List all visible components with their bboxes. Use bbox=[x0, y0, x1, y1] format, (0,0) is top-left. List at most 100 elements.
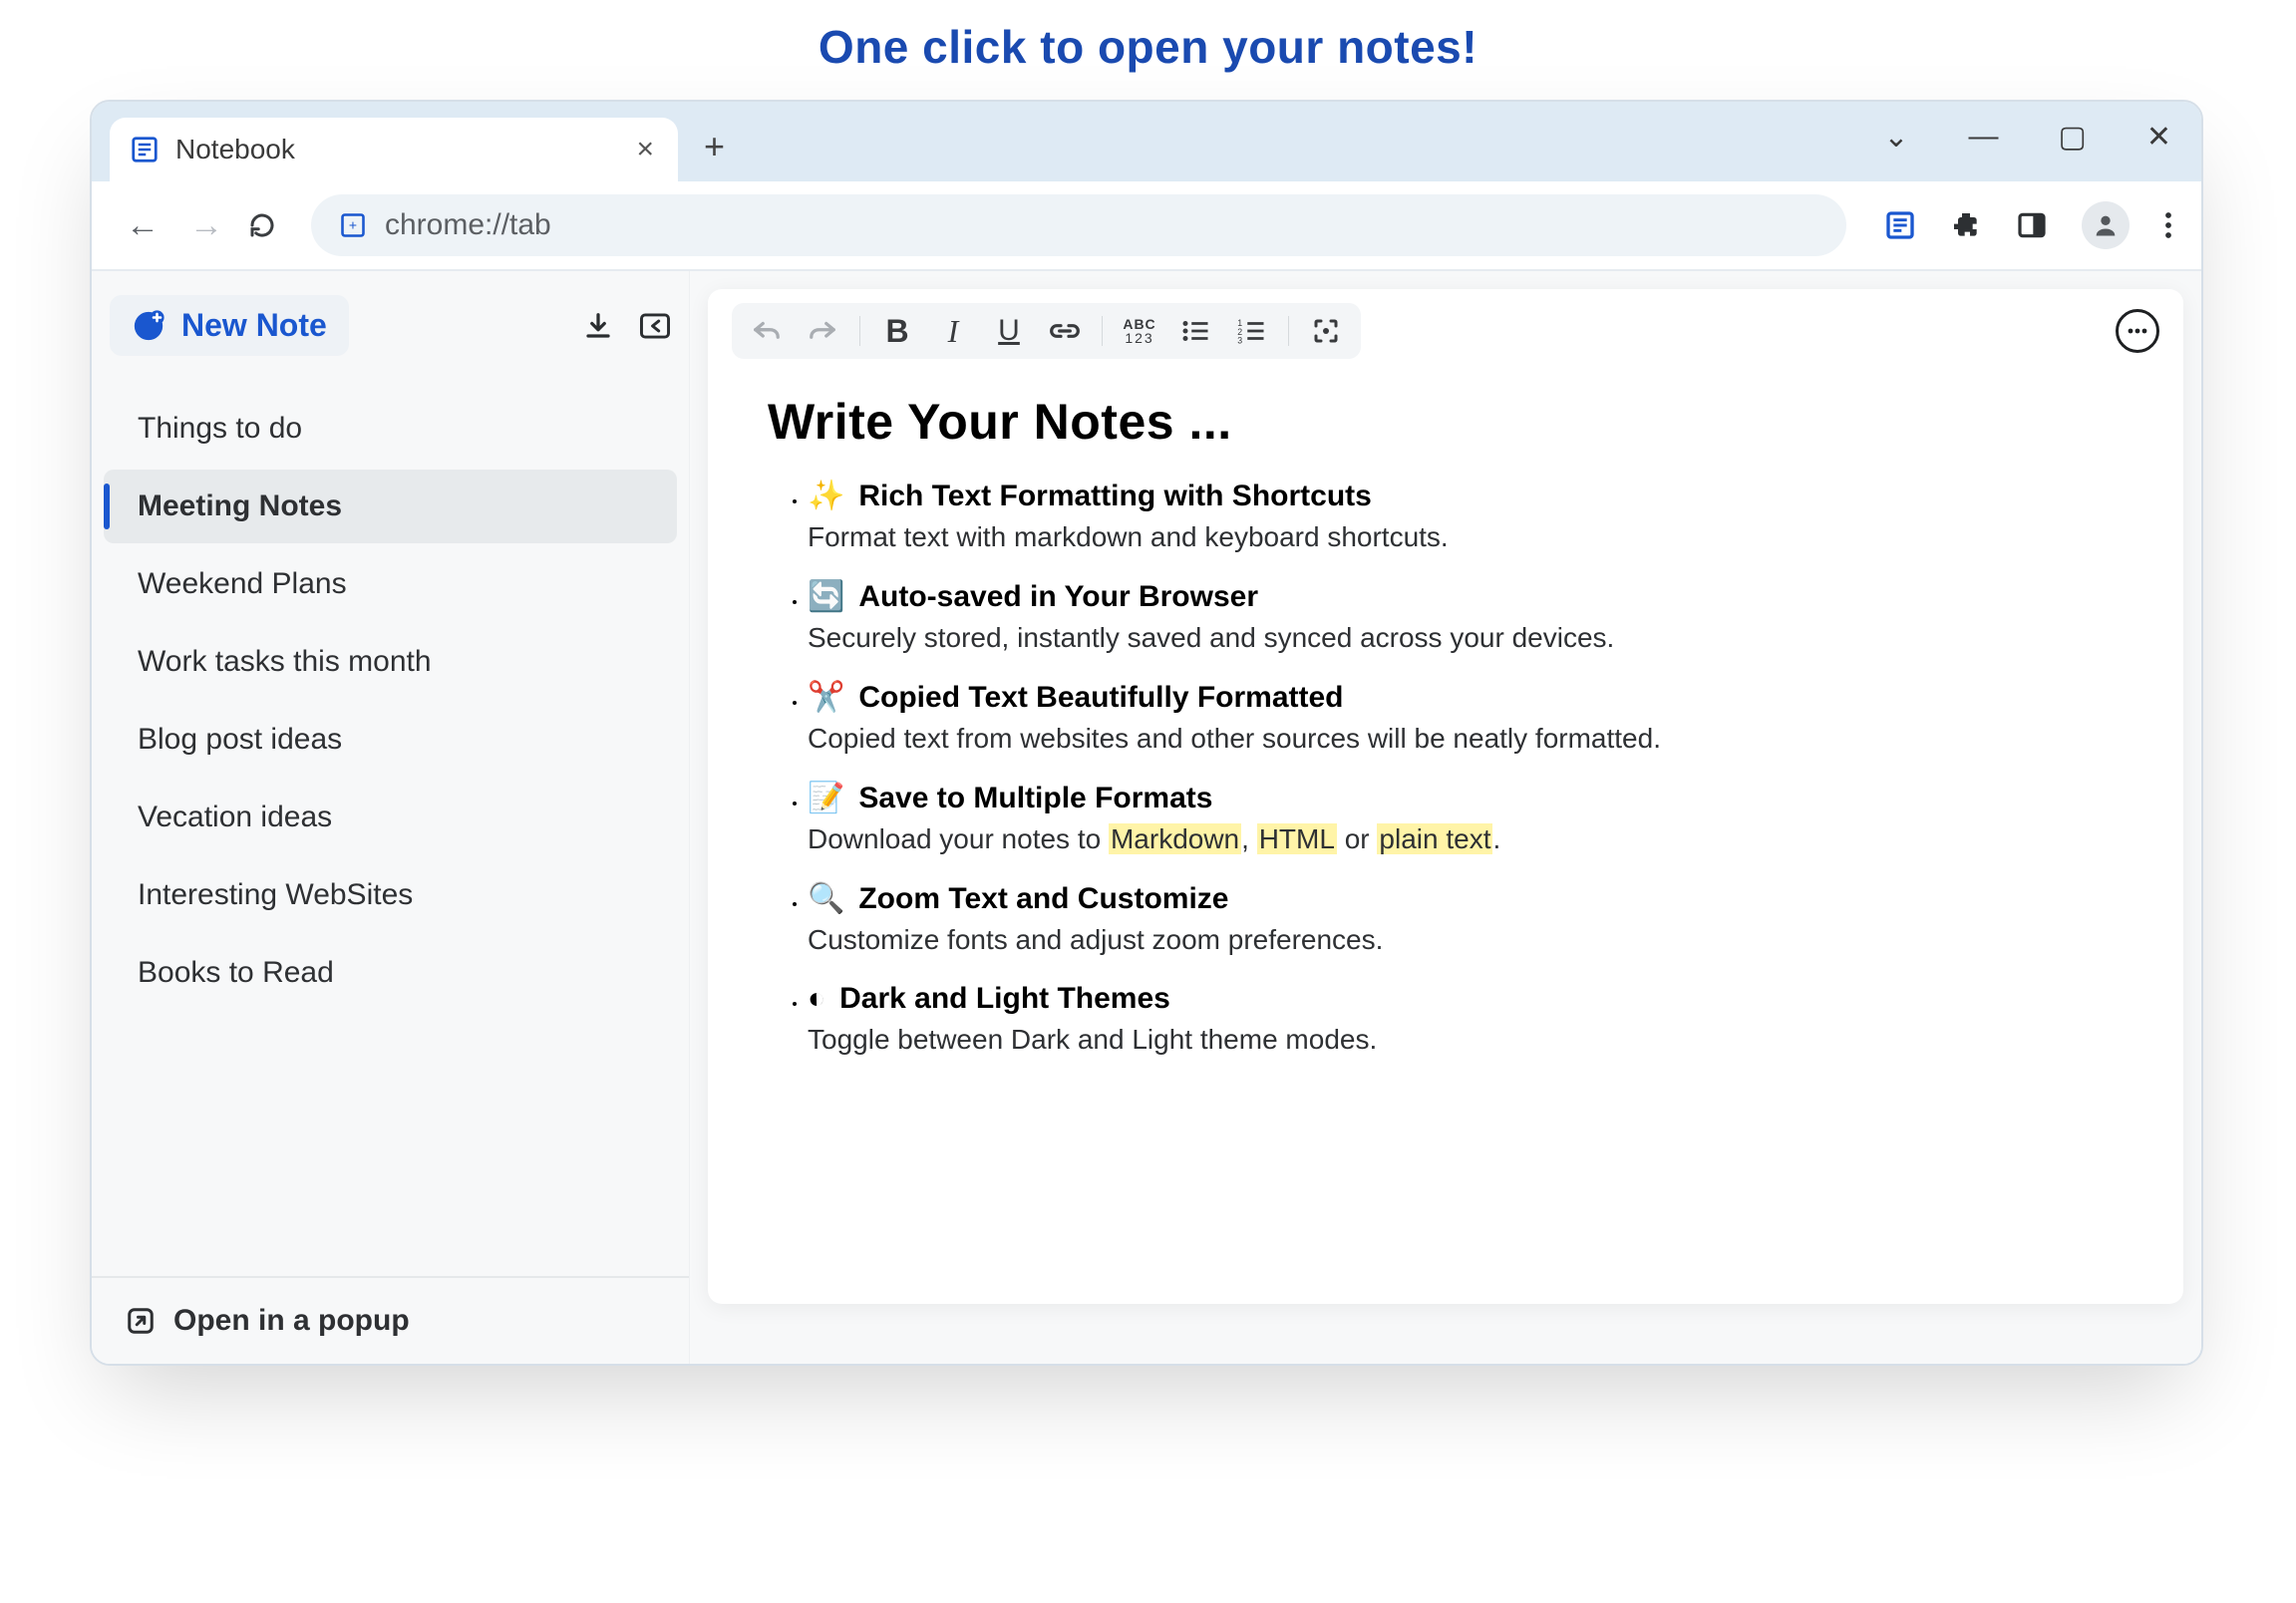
bullet-emoji-icon: ◐ bbox=[808, 982, 825, 1015]
minimize-button[interactable]: — bbox=[1969, 120, 1999, 155]
note-item-label: Books to Read bbox=[138, 956, 334, 990]
bold-button[interactable]: B bbox=[872, 309, 922, 353]
note-bullet: 🔍 Zoom Text and Customize Customize fonts … bbox=[808, 881, 2124, 956]
tabs-dropdown-icon[interactable]: ⌄ bbox=[1883, 120, 1908, 155]
underline-button[interactable]: U bbox=[984, 309, 1034, 353]
notebook-extension-icon[interactable] bbox=[1884, 209, 1916, 241]
bullet-desc: Download your notes to Markdown, HTML or… bbox=[808, 823, 2124, 855]
bullet-emoji-icon: ✨ bbox=[808, 480, 844, 512]
toolbar-icons bbox=[1884, 201, 2173, 249]
app-content: New Note Things to do Meeting Notes Weeken… bbox=[92, 271, 2201, 1364]
note-item[interactable]: Things to do bbox=[104, 392, 677, 466]
extensions-icon[interactable] bbox=[1950, 209, 1982, 241]
note-item[interactable]: Weekend Plans bbox=[104, 547, 677, 621]
editor-area: B I U ABC123 1 bbox=[690, 271, 2201, 1364]
bullet-headline-text: Rich Text Formatting with Shortcuts bbox=[858, 480, 1371, 512]
bullet-emoji-icon: ✂️ bbox=[808, 681, 844, 714]
bullet-desc: Toggle between Dark and Light theme mode… bbox=[808, 1024, 2124, 1056]
note-item-label: Blog post ideas bbox=[138, 723, 342, 757]
note-item[interactable]: Work tasks this month bbox=[104, 625, 677, 699]
note-list: Things to do Meeting Notes Weekend Plans Wo… bbox=[92, 380, 689, 1022]
tab-strip: Notebook × + ⌄ — ▢ ✕ bbox=[92, 102, 2201, 181]
redo-button[interactable] bbox=[798, 309, 847, 353]
undo-button[interactable] bbox=[742, 309, 792, 353]
bullet-headline-text: Dark and Light Themes bbox=[839, 982, 1170, 1015]
new-note-button[interactable]: New Note bbox=[110, 295, 349, 356]
note-item[interactable]: Vecation ideas bbox=[104, 781, 677, 854]
url-text: chrome://tab bbox=[385, 208, 551, 242]
editor-body[interactable]: Write Your Notes ... ✨ Rich Text Formatti… bbox=[708, 373, 2183, 1122]
tab-title: Notebook bbox=[175, 134, 295, 165]
bullet-headline-text: Save to Multiple Formats bbox=[858, 782, 1212, 814]
popup-icon bbox=[126, 1306, 156, 1336]
bullet-headline: 📝 Save to Multiple Formats bbox=[808, 781, 2124, 815]
note-item[interactable]: Interesting WebSites bbox=[104, 858, 677, 932]
bullet-headline: 🔄 Auto-saved in Your Browser bbox=[808, 579, 2124, 614]
bullet-desc: Copied text from websites and other sour… bbox=[808, 723, 2124, 755]
note-title: Write Your Notes ... bbox=[768, 393, 2124, 451]
note-item-label: Interesting WebSites bbox=[138, 878, 413, 912]
sidebar: New Note Things to do Meeting Notes Weeken… bbox=[92, 271, 690, 1364]
note-bullet: 📝 Save to Multiple Formats Download your n… bbox=[808, 781, 2124, 855]
bullet-headline-text: Zoom Text and Customize bbox=[858, 882, 1228, 915]
note-item[interactable]: Blog post ideas bbox=[104, 703, 677, 777]
kebab-menu-icon[interactable] bbox=[2163, 210, 2173, 240]
note-item-label: Work tasks this month bbox=[138, 645, 432, 679]
note-bullets: ✨ Rich Text Formatting with Shortcuts Form… bbox=[768, 479, 2124, 1056]
note-item-label: Vecation ideas bbox=[138, 801, 332, 834]
editor-toolbar: B I U ABC123 1 bbox=[708, 289, 2183, 373]
note-bullet: ✂️ Copied Text Beautifully Formatted Copie… bbox=[808, 680, 2124, 755]
browser-toolbar: ← → + chrome://tab bbox=[92, 181, 2201, 271]
editor-more-button[interactable] bbox=[2116, 309, 2159, 353]
note-item-label: Things to do bbox=[138, 412, 302, 446]
italic-button[interactable]: I bbox=[928, 309, 978, 353]
svg-text:+: + bbox=[349, 217, 357, 233]
bullet-desc: Customize fonts and adjust zoom preferen… bbox=[808, 924, 2124, 956]
forward-button[interactable]: → bbox=[183, 206, 229, 245]
bullet-desc: Format text with markdown and keyboard s… bbox=[808, 521, 2124, 553]
tab-close-icon[interactable]: × bbox=[636, 133, 654, 166]
bullet-emoji-icon: 📝 bbox=[808, 782, 844, 814]
collapse-sidebar-icon[interactable] bbox=[639, 311, 671, 341]
bullet-headline: ◐ Dark and Light Themes bbox=[808, 982, 2124, 1016]
site-favicon-icon: + bbox=[339, 211, 367, 239]
promo-headline: One click to open your notes! bbox=[819, 20, 1477, 74]
note-bullet: ✨ Rich Text Formatting with Shortcuts Form… bbox=[808, 479, 2124, 553]
svg-text:3: 3 bbox=[1237, 336, 1242, 345]
tab-favicon-icon bbox=[130, 135, 160, 164]
note-item-label: Meeting Notes bbox=[138, 489, 342, 523]
editor-card: B I U ABC123 1 bbox=[708, 289, 2183, 1304]
numbered-list-button[interactable]: 123 bbox=[1226, 309, 1276, 353]
bullet-emoji-icon: 🔄 bbox=[808, 580, 844, 613]
spellcheck-button[interactable]: ABC123 bbox=[1115, 309, 1164, 353]
bullet-headline: ✨ Rich Text Formatting with Shortcuts bbox=[808, 479, 2124, 513]
bullet-headline-text: Auto-saved in Your Browser bbox=[858, 580, 1258, 613]
profile-avatar-icon[interactable] bbox=[2082, 201, 2130, 249]
browser-window: Notebook × + ⌄ — ▢ ✕ ← → + chrome://tab bbox=[90, 100, 2203, 1366]
note-item-label: Weekend Plans bbox=[138, 567, 347, 601]
reload-button[interactable] bbox=[247, 210, 293, 240]
open-in-popup-label: Open in a popup bbox=[173, 1304, 410, 1338]
new-tab-button[interactable]: + bbox=[704, 126, 725, 167]
open-in-popup-button[interactable]: Open in a popup bbox=[92, 1276, 689, 1364]
note-item[interactable]: Books to Read bbox=[104, 936, 677, 1010]
tab-notebook[interactable]: Notebook × bbox=[110, 118, 678, 181]
note-item[interactable]: Meeting Notes bbox=[104, 470, 677, 543]
close-window-button[interactable]: ✕ bbox=[2146, 120, 2171, 155]
note-bullet: ◐ Dark and Light Themes Toggle between Dar… bbox=[808, 982, 2124, 1056]
download-icon[interactable] bbox=[583, 311, 613, 341]
new-note-plus-icon bbox=[132, 309, 165, 343]
note-bullet: 🔄 Auto-saved in Your Browser Securely stor… bbox=[808, 579, 2124, 654]
link-button[interactable] bbox=[1040, 309, 1090, 353]
maximize-button[interactable]: ▢ bbox=[2059, 120, 2087, 155]
bullet-headline-text: Copied Text Beautifully Formatted bbox=[858, 681, 1343, 714]
bullet-desc: Securely stored, instantly saved and syn… bbox=[808, 622, 2124, 654]
bullet-emoji-icon: 🔍 bbox=[808, 882, 844, 915]
new-note-label: New Note bbox=[181, 307, 327, 344]
focus-mode-button[interactable] bbox=[1301, 309, 1351, 353]
back-button[interactable]: ← bbox=[120, 206, 165, 245]
address-bar[interactable]: + chrome://tab bbox=[311, 194, 1846, 256]
window-controls: ⌄ — ▢ ✕ bbox=[1883, 120, 2171, 155]
bulleted-list-button[interactable] bbox=[1170, 309, 1220, 353]
side-panel-icon[interactable] bbox=[2016, 209, 2048, 241]
